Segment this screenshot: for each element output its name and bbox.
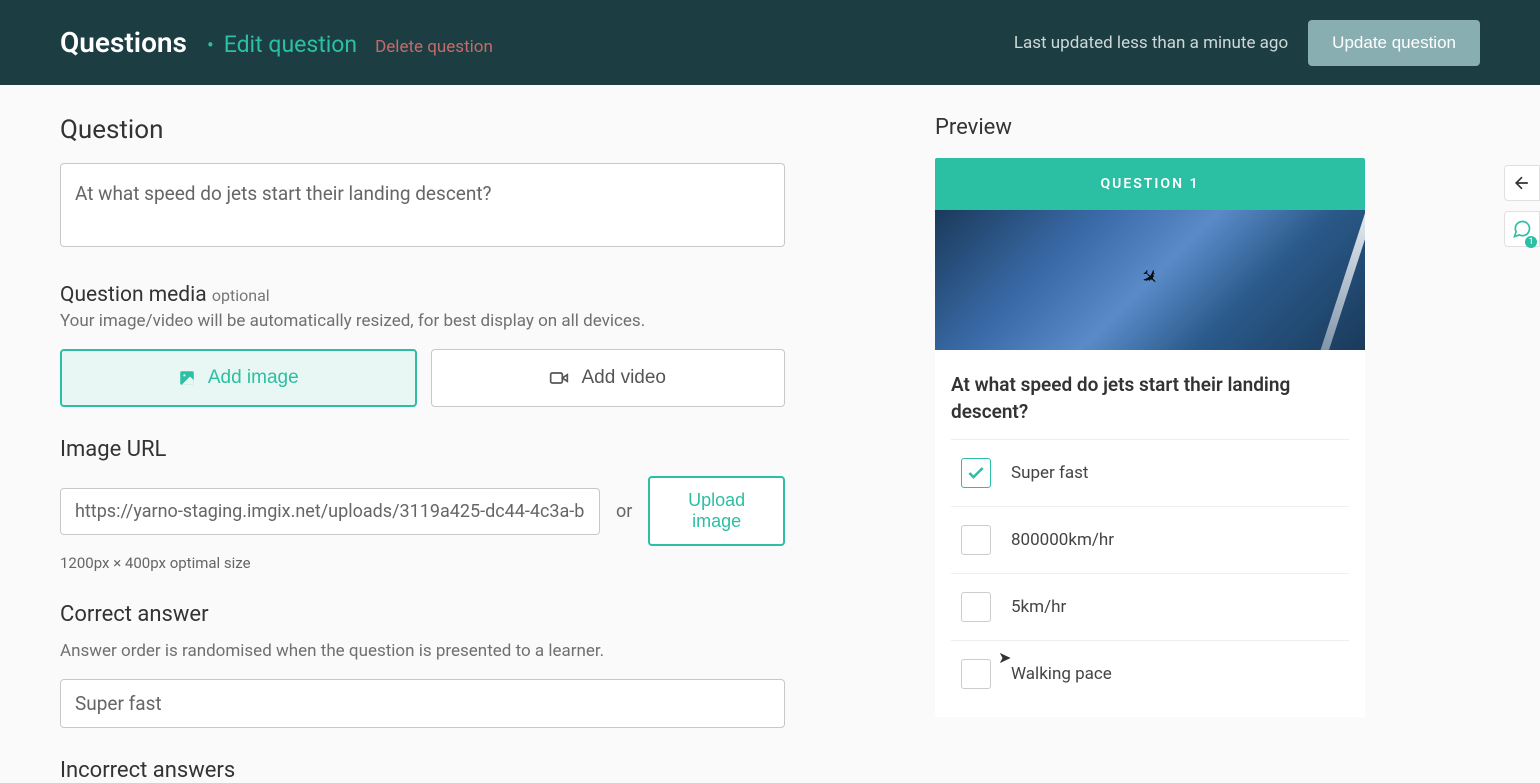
correct-answer-helper: Answer order is randomised when the ques… [60, 641, 785, 661]
bullet-separator: • [207, 33, 214, 57]
answer-checkbox[interactable] [961, 525, 991, 555]
image-url-input[interactable] [60, 488, 600, 535]
or-text: or [616, 501, 632, 522]
answer-checkbox[interactable] [961, 458, 991, 488]
answer-text: 5km/hr [1011, 597, 1066, 617]
image-url-label: Image URL [60, 437, 785, 462]
arrow-left-icon [1512, 173, 1532, 193]
media-helper: Your image/video will be automatically r… [60, 311, 785, 331]
page-header: Questions • Edit question Delete questio… [0, 0, 1540, 85]
image-icon [178, 369, 196, 387]
video-icon [549, 368, 569, 388]
preview-answer-row[interactable]: Super fast [951, 439, 1349, 506]
question-input[interactable]: At what speed do jets start their landin… [60, 163, 785, 247]
preview-image: ✈ [935, 210, 1365, 350]
answer-text: 800000km/hr [1011, 530, 1114, 550]
chat-button[interactable]: 1 [1504, 211, 1540, 247]
last-updated-text: Last updated less than a minute ago [1014, 33, 1288, 53]
preview-answer-row[interactable]: 5km/hr [951, 573, 1349, 640]
add-video-button[interactable]: Add video [431, 349, 786, 407]
preview-question-text: At what speed do jets start their landin… [935, 350, 1365, 439]
upload-image-button[interactable]: Upload image [648, 476, 785, 546]
check-icon [966, 463, 986, 483]
header-left: Questions • Edit question Delete questio… [60, 26, 493, 59]
preview-answer-row[interactable]: Walking pace [951, 640, 1349, 707]
page-title: Questions [60, 26, 187, 59]
optional-tag: optional [212, 286, 270, 305]
answer-checkbox[interactable] [961, 659, 991, 689]
preview-question-number: QUESTION 1 [935, 158, 1365, 210]
preview-label: Preview [935, 115, 1365, 140]
answer-checkbox[interactable] [961, 592, 991, 622]
delete-question-link[interactable]: Delete question [375, 37, 493, 57]
incorrect-answers-label: Incorrect answers [60, 758, 785, 783]
preview-column: Preview QUESTION 1 ✈ At what speed do je… [935, 115, 1365, 783]
page-subtitle: Edit question [224, 31, 357, 58]
answer-text: Walking pace [1011, 664, 1112, 684]
back-button[interactable] [1504, 165, 1540, 201]
preview-card: QUESTION 1 ✈ At what speed do jets start… [935, 158, 1365, 717]
side-floating-toolbar: 1 [1504, 165, 1540, 247]
preview-answers-list: Super fast 800000km/hr 5km/hr Walking pace [935, 439, 1365, 717]
question-label: Question [60, 115, 785, 145]
preview-answer-row[interactable]: 800000km/hr [951, 506, 1349, 573]
add-video-label: Add video [581, 367, 666, 389]
contrail-graphic [1306, 210, 1365, 350]
correct-answer-input[interactable] [60, 679, 785, 728]
image-size-hint: 1200px × 400px optimal size [60, 554, 785, 572]
add-image-label: Add image [208, 367, 299, 389]
add-image-button[interactable]: Add image [60, 349, 417, 407]
plane-icon: ✈ [1136, 263, 1165, 292]
answer-text: Super fast [1011, 463, 1089, 483]
correct-answer-label: Correct answer [60, 602, 785, 627]
header-right: Last updated less than a minute ago Upda… [1014, 20, 1480, 66]
update-question-button[interactable]: Update question [1308, 20, 1480, 66]
chat-badge: 1 [1525, 236, 1537, 248]
form-column: Question At what speed do jets start the… [60, 115, 785, 783]
media-label: Question media optional [60, 283, 785, 307]
media-label-text: Question media [60, 283, 207, 307]
